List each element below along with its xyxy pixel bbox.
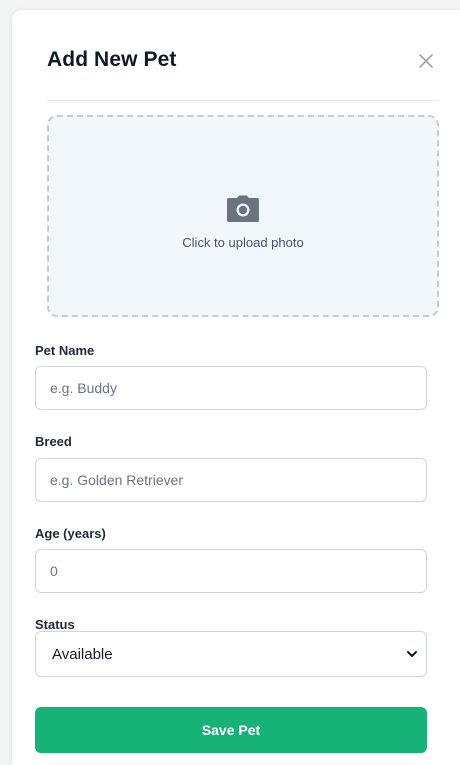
close-icon [419,54,433,68]
breed-input[interactable] [35,458,427,502]
close-button[interactable] [415,50,437,72]
chevron-down-icon [407,651,417,657]
status-selected-value: Available [52,646,113,663]
upload-prompt: Click to upload photo [182,235,304,250]
breed-label: Breed [35,434,72,449]
modal-title: Add New Pet [47,48,177,71]
photo-upload-area[interactable]: Click to upload photo [47,115,439,317]
camera-icon [227,195,259,222]
age-input[interactable] [35,549,427,593]
age-label: Age (years) [35,526,106,541]
status-label: Status [35,617,75,632]
pet-name-input[interactable] [35,366,427,410]
status-select[interactable]: Available [35,631,427,677]
save-pet-button[interactable]: Save Pet [35,707,427,753]
pet-name-label: Pet Name [35,343,95,358]
modal-header: Add New Pet [47,40,439,101]
